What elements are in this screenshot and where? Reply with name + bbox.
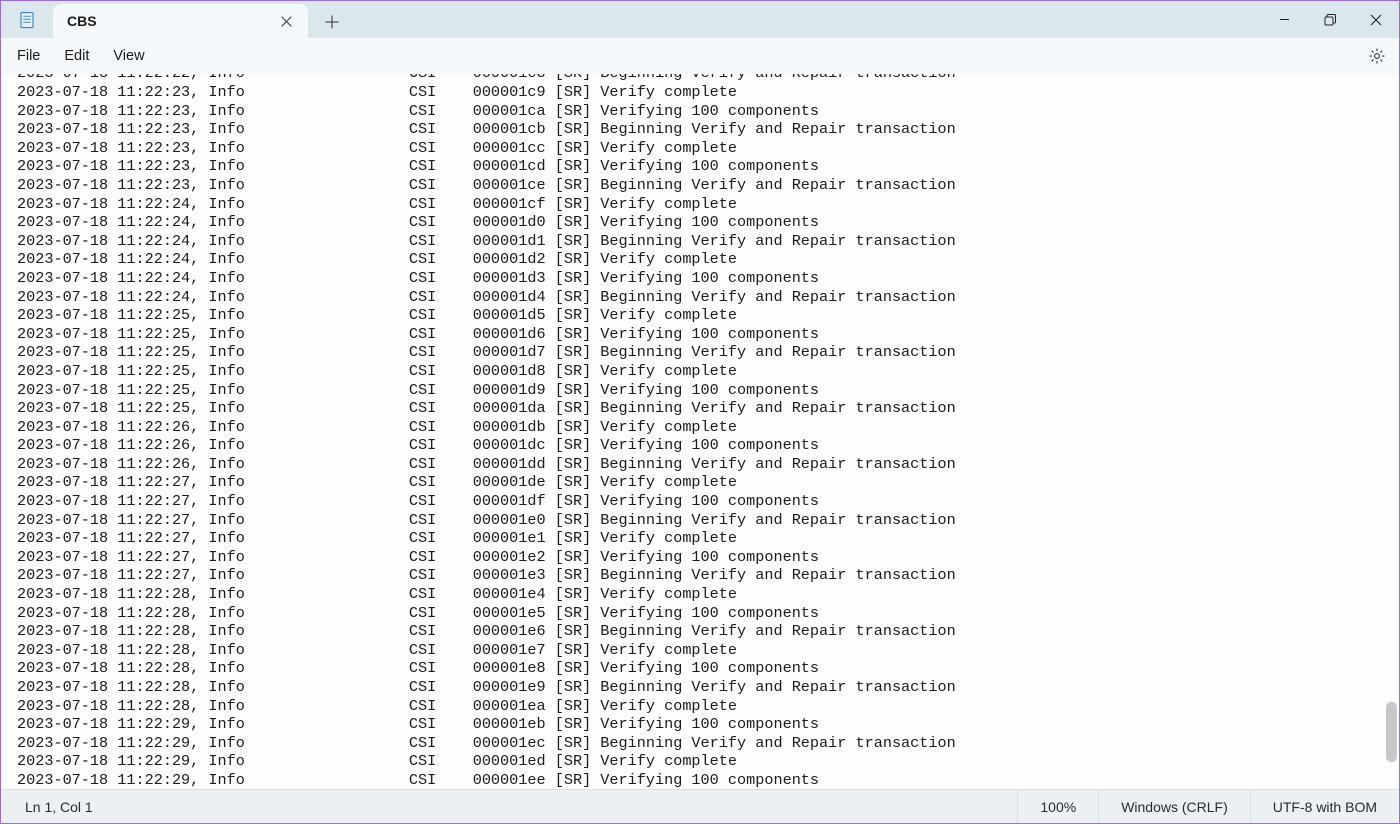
log-line: 2023-07-18 11:22:24, Info CSI 000001d3 [… [17, 269, 1367, 288]
log-line: 2023-07-18 11:22:25, Info CSI 000001d9 [… [17, 381, 1367, 400]
editor-area: 2023-07-18 11:22:22, Info CSI 000001c8 [… [1, 74, 1399, 789]
log-line: 2023-07-18 11:22:27, Info CSI 000001e0 [… [17, 511, 1367, 530]
log-line: 2023-07-18 11:22:23, Info CSI 000001ce [… [17, 176, 1367, 195]
status-zoom[interactable]: 100% [1017, 790, 1098, 823]
settings-button[interactable] [1359, 41, 1395, 71]
log-line: 2023-07-18 11:22:25, Info CSI 000001d5 [… [17, 306, 1367, 325]
log-line: 2023-07-18 11:22:23, Info CSI 000001ca [… [17, 102, 1367, 121]
log-line: 2023-07-18 11:22:29, Info CSI 000001eb [… [17, 715, 1367, 734]
log-line: 2023-07-18 11:22:24, Info CSI 000001cf [… [17, 195, 1367, 214]
log-line: 2023-07-18 11:22:27, Info CSI 000001e1 [… [17, 529, 1367, 548]
log-line: 2023-07-18 11:22:28, Info CSI 000001e6 [… [17, 622, 1367, 641]
log-line-partial: 2023-07-18 11:22:22, Info CSI 000001c8 [… [17, 74, 1367, 83]
log-line: 2023-07-18 11:22:29, Info CSI 000001ec [… [17, 734, 1367, 753]
log-line: 2023-07-18 11:22:28, Info CSI 000001e8 [… [17, 659, 1367, 678]
status-encoding[interactable]: UTF-8 with BOM [1250, 790, 1399, 823]
log-line: 2023-07-18 11:22:28, Info CSI 000001e9 [… [17, 678, 1367, 697]
log-line: 2023-07-18 11:22:25, Info CSI 000001d7 [… [17, 343, 1367, 362]
log-line: 2023-07-18 11:22:24, Info CSI 000001d4 [… [17, 288, 1367, 307]
log-line: 2023-07-18 11:22:24, Info CSI 000001d0 [… [17, 213, 1367, 232]
scroll-thumb[interactable] [1386, 702, 1397, 762]
log-line: 2023-07-18 11:22:27, Info CSI 000001de [… [17, 473, 1367, 492]
log-line: 2023-07-18 11:22:23, Info CSI 000001c9 [… [17, 83, 1367, 102]
log-line: 2023-07-18 11:22:27, Info CSI 000001e2 [… [17, 548, 1367, 567]
statusbar: Ln 1, Col 1 100% Windows (CRLF) UTF-8 wi… [1, 789, 1399, 823]
tab-cbs[interactable]: CBS [53, 4, 308, 38]
log-line: 2023-07-18 11:22:27, Info CSI 000001e3 [… [17, 566, 1367, 585]
close-button[interactable] [1353, 4, 1399, 36]
notepad-app-icon [1, 1, 53, 38]
menubar: File Edit View [1, 38, 1399, 74]
new-tab-button[interactable] [314, 6, 350, 38]
menu-edit[interactable]: Edit [52, 42, 101, 70]
log-line: 2023-07-18 11:22:28, Info CSI 000001e5 [… [17, 604, 1367, 623]
log-line: 2023-07-18 11:22:29, Info CSI 000001ed [… [17, 752, 1367, 771]
log-line: 2023-07-18 11:22:26, Info CSI 000001dc [… [17, 436, 1367, 455]
log-line: 2023-07-18 11:22:28, Info CSI 000001e4 [… [17, 585, 1367, 604]
status-cursor-position[interactable]: Ln 1, Col 1 [1, 799, 93, 815]
titlebar: CBS [1, 1, 1399, 38]
log-line: 2023-07-18 11:22:28, Info CSI 000001ea [… [17, 697, 1367, 716]
minimize-button[interactable] [1261, 4, 1307, 36]
log-line: 2023-07-18 11:22:23, Info CSI 000001cc [… [17, 139, 1367, 158]
tab-title: CBS [67, 13, 274, 29]
menu-file[interactable]: File [5, 42, 52, 70]
log-line: 2023-07-18 11:22:25, Info CSI 000001d8 [… [17, 362, 1367, 381]
maximize-button[interactable] [1307, 4, 1353, 36]
status-line-ending[interactable]: Windows (CRLF) [1098, 790, 1250, 823]
log-line: 2023-07-18 11:22:23, Info CSI 000001cd [… [17, 157, 1367, 176]
log-line: 2023-07-18 11:22:24, Info CSI 000001d1 [… [17, 232, 1367, 251]
log-line: 2023-07-18 11:22:25, Info CSI 000001da [… [17, 399, 1367, 418]
tab-close-icon[interactable] [274, 9, 298, 33]
tabs-area: CBS [53, 1, 1261, 38]
log-line: 2023-07-18 11:22:26, Info CSI 000001dd [… [17, 455, 1367, 474]
text-editor[interactable]: 2023-07-18 11:22:22, Info CSI 000001c8 [… [1, 74, 1383, 789]
log-line: 2023-07-18 11:22:25, Info CSI 000001d6 [… [17, 325, 1367, 344]
menu-view[interactable]: View [101, 42, 156, 70]
gear-icon [1368, 47, 1386, 65]
log-line: 2023-07-18 11:22:27, Info CSI 000001df [… [17, 492, 1367, 511]
log-line: 2023-07-18 11:22:28, Info CSI 000001e7 [… [17, 641, 1367, 660]
log-line: 2023-07-18 11:22:24, Info CSI 000001d2 [… [17, 250, 1367, 269]
window-controls [1261, 1, 1399, 38]
log-line: 2023-07-18 11:22:26, Info CSI 000001db [… [17, 418, 1367, 437]
vertical-scrollbar[interactable] [1385, 76, 1398, 787]
log-line: 2023-07-18 11:22:23, Info CSI 000001cb [… [17, 120, 1367, 139]
log-line: 2023-07-18 11:22:29, Info CSI 000001ee [… [17, 771, 1367, 789]
